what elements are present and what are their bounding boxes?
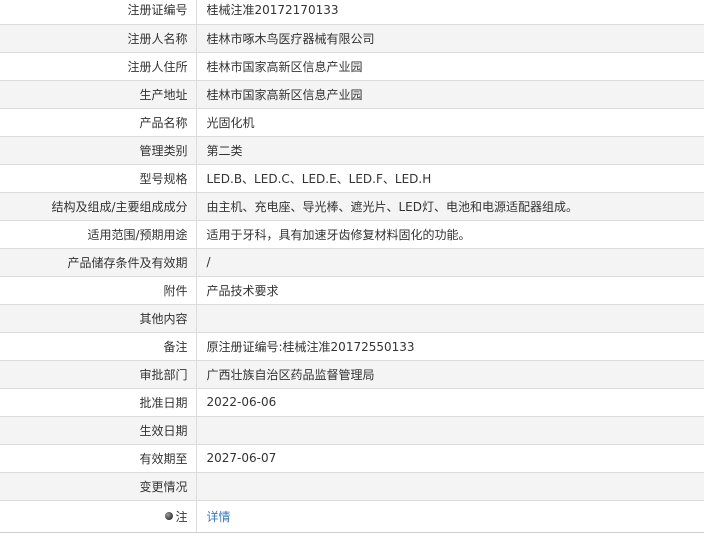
field-value — [196, 472, 704, 501]
table-row: 附件 产品技术要求 — [0, 276, 704, 305]
table-row: 其他内容 — [0, 304, 704, 333]
field-label: 注册证编号 — [0, 0, 197, 25]
field-value: 产品技术要求 — [196, 276, 704, 305]
registration-detail-table: 注册证编号 桂械注准20172170133 注册人名称 桂林市啄木鸟医疗器械有限… — [0, 0, 704, 533]
note-row: 注 详情 — [0, 500, 704, 533]
field-label: 批准日期 — [0, 388, 197, 417]
field-label: 注册人住所 — [0, 52, 197, 81]
note-value-cell: 详情 — [196, 500, 704, 533]
table-row: 备注 原注册证编号:桂械注准20172550133 — [0, 332, 704, 361]
field-label: 变更情况 — [0, 472, 197, 501]
field-value — [196, 304, 704, 333]
field-value: / — [196, 248, 704, 277]
table-row: 型号规格 LED.B、LED.C、LED.E、LED.F、LED.H — [0, 164, 704, 193]
field-value: 适用于牙科，具有加速牙齿修复材料固化的功能。 — [196, 220, 704, 249]
table-row: 变更情况 — [0, 472, 704, 501]
field-label: 结构及组成/主要组成成分 — [0, 192, 197, 221]
field-value: 光固化机 — [196, 108, 704, 137]
field-label: 管理类别 — [0, 136, 197, 165]
field-value: 桂林市国家高新区信息产业园 — [196, 80, 704, 109]
field-value: 由主机、充电座、导光棒、遮光片、LED灯、电池和电源适配器组成。 — [196, 192, 704, 221]
field-label: 附件 — [0, 276, 197, 305]
field-value: 2027-06-07 — [196, 444, 704, 473]
table-row: 注册人名称 桂林市啄木鸟医疗器械有限公司 — [0, 24, 704, 53]
table-row: 产品储存条件及有效期 / — [0, 248, 704, 277]
table-row: 注册人住所 桂林市国家高新区信息产业园 — [0, 52, 704, 81]
table-row: 管理类别 第二类 — [0, 136, 704, 165]
table-row: 审批部门 广西壮族自治区药品监督管理局 — [0, 360, 704, 389]
field-label: 其他内容 — [0, 304, 197, 333]
note-label-cell: 注 — [0, 500, 197, 533]
table-row: 结构及组成/主要组成成分 由主机、充电座、导光棒、遮光片、LED灯、电池和电源适… — [0, 192, 704, 221]
table-row: 适用范围/预期用途 适用于牙科，具有加速牙齿修复材料固化的功能。 — [0, 220, 704, 249]
table-row: 批准日期 2022-06-06 — [0, 388, 704, 417]
field-label: 有效期至 — [0, 444, 197, 473]
field-value — [196, 416, 704, 445]
field-value: LED.B、LED.C、LED.E、LED.F、LED.H — [196, 164, 704, 193]
field-label: 适用范围/预期用途 — [0, 220, 197, 249]
field-label: 备注 — [0, 332, 197, 361]
table-row: 注册证编号 桂械注准20172170133 — [0, 0, 704, 25]
field-value: 桂林市国家高新区信息产业园 — [196, 52, 704, 81]
info-bullet-icon — [165, 512, 174, 520]
table-row: 有效期至 2027-06-07 — [0, 444, 704, 473]
field-value: 原注册证编号:桂械注准20172550133 — [196, 332, 704, 361]
field-label: 生效日期 — [0, 416, 197, 445]
field-value: 桂械注准20172170133 — [196, 0, 704, 25]
table-row: 产品名称 光固化机 — [0, 108, 704, 137]
note-label: 注 — [175, 509, 188, 524]
registration-detail-rows: 注册证编号 桂械注准20172170133 注册人名称 桂林市啄木鸟医疗器械有限… — [0, 0, 704, 533]
field-label: 审批部门 — [0, 360, 197, 389]
field-label: 产品储存条件及有效期 — [0, 248, 197, 277]
table-row: 生效日期 — [0, 416, 704, 445]
field-label: 型号规格 — [0, 164, 197, 193]
field-value: 桂林市啄木鸟医疗器械有限公司 — [196, 24, 704, 53]
field-value: 广西壮族自治区药品监督管理局 — [196, 360, 704, 389]
table-row: 生产地址 桂林市国家高新区信息产业园 — [0, 80, 704, 109]
field-label: 生产地址 — [0, 80, 197, 109]
field-label: 产品名称 — [0, 108, 197, 137]
field-label: 注册人名称 — [0, 24, 197, 53]
field-value: 第二类 — [196, 136, 704, 165]
field-value: 2022-06-06 — [196, 388, 704, 417]
details-link[interactable]: 详情 — [207, 510, 231, 524]
